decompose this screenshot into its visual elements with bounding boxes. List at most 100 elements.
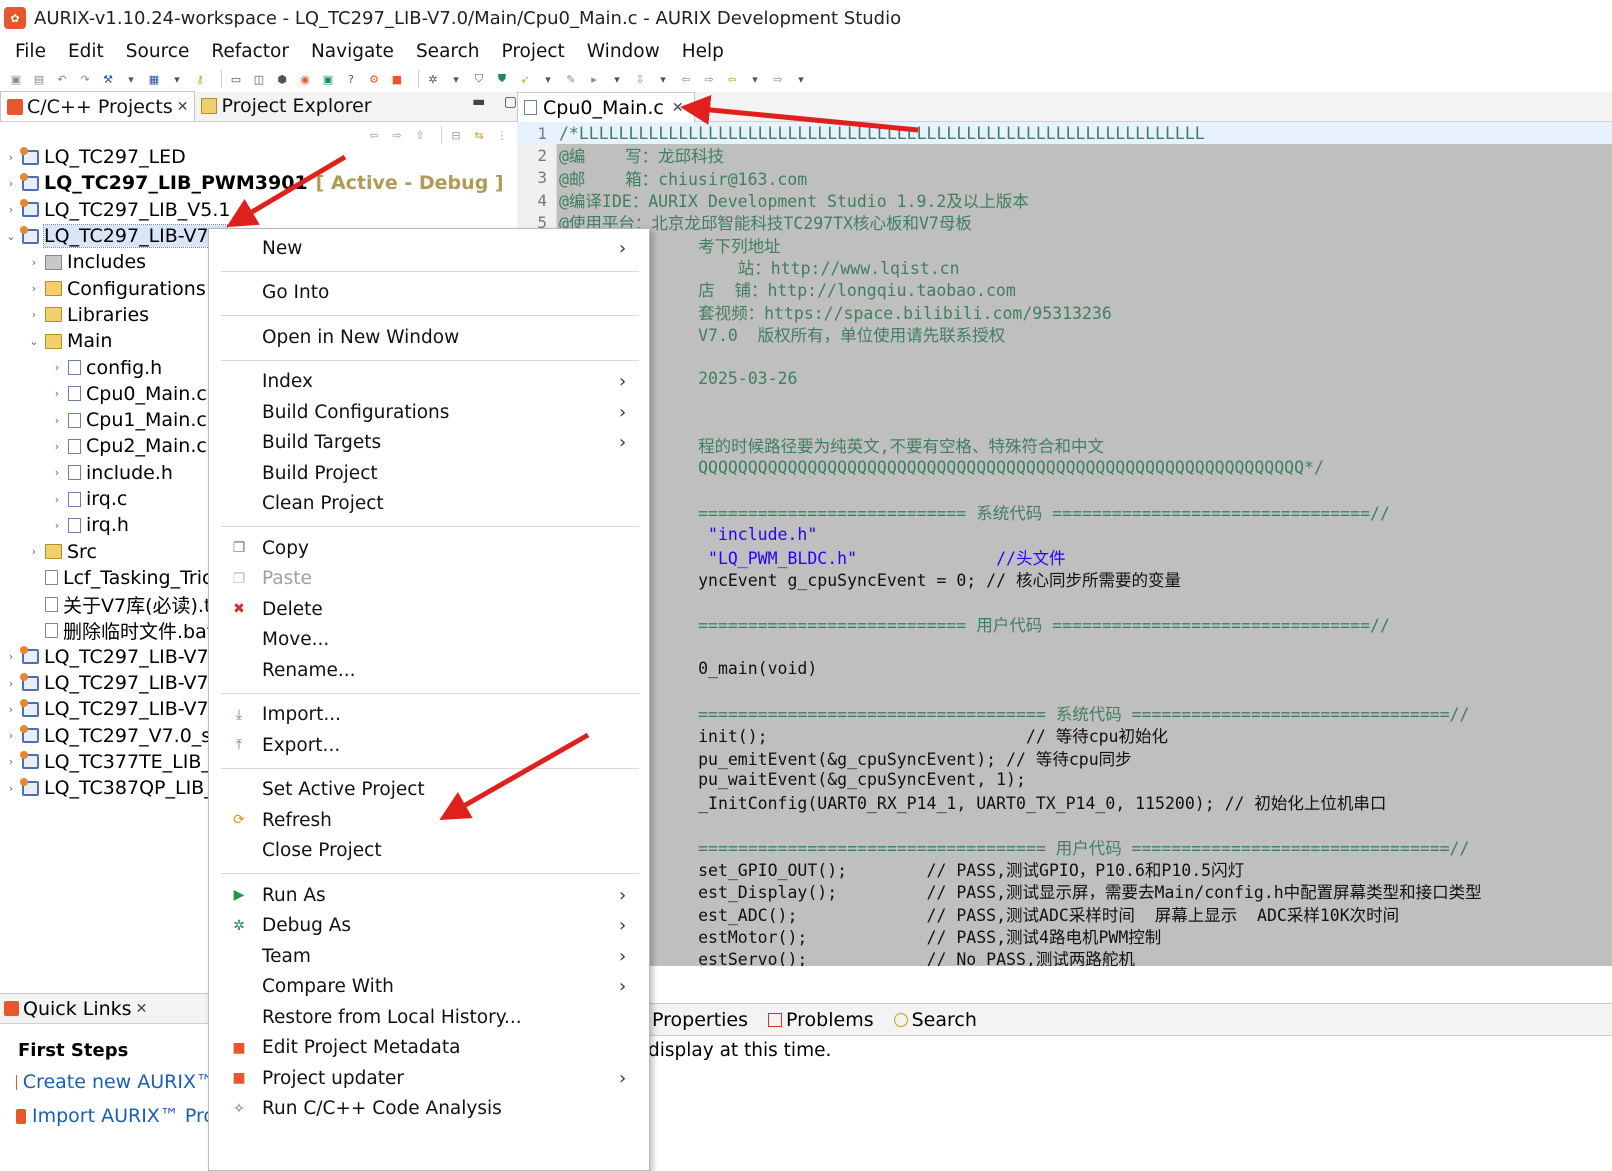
menu-navigate[interactable]: Navigate [300,41,405,62]
chevron-right-icon[interactable]: › [4,782,18,795]
forward-icon[interactable]: ⇨ [770,71,786,87]
code-line[interactable]: 程的时候路径要为纯英文,不要有空格、特殊符合和中文 [517,434,1612,456]
next-annotation-icon[interactable]: ⇩ [632,71,648,87]
menu-item-export[interactable]: ⤒ Export... [209,730,651,760]
chevron-right-icon[interactable]: › [4,703,18,716]
chevron-right-icon[interactable]: › [4,650,18,663]
close-icon[interactable]: ✕ [177,99,189,115]
annotation-icon[interactable]: ▸ [586,71,602,87]
marker-icon[interactable]: ✎ [563,71,579,87]
code-line[interactable]: est_Display(); // PASS,测试显示屏，需要去Main/con… [517,880,1612,902]
code-line[interactable]: yncEvent g_cpuSyncEvent = 0; // 核心同步所需要的… [517,568,1612,590]
menu-item-restore-from-local-history[interactable]: Restore from Local History... [209,1002,651,1032]
code-line[interactable] [517,345,1612,367]
code-line[interactable] [517,590,1612,612]
dropdown-icon[interactable]: ▾ [793,71,809,87]
dropdown-icon[interactable]: ▾ [609,71,625,87]
chevron-down-icon[interactable]: ⌄ [4,230,18,243]
code-line[interactable]: =================================== 用户代码… [517,836,1612,858]
rocket-icon[interactable]: ➶ [517,71,533,87]
menu-project[interactable]: Project [491,41,576,62]
code-line[interactable]: =========================== 系统代码 =======… [517,501,1612,523]
menu-search[interactable]: Search [405,41,491,62]
code-line[interactable]: 5 @使用平台：北京龙邱智能科技TC297TX核心板和V7母板 [517,211,1612,234]
code-line[interactable]: pu_emitEvent(&g_cpuSyncEvent); // 等待cpu同… [517,746,1612,769]
chevron-right-icon[interactable]: › [27,545,41,558]
menu-item-move[interactable]: Move... [209,625,651,655]
tab-project-explorer[interactable]: Project Explorer [195,91,377,121]
chevron-right-icon[interactable]: › [27,282,41,295]
chevron-right-icon[interactable]: › [50,466,64,479]
import-project-link[interactable]: Import AURIX™ Pro [16,1105,215,1127]
menu-file[interactable]: File [4,41,57,62]
code-line[interactable]: 站：http://www.lqist.cn [517,256,1612,278]
settings-icon[interactable]: ⚙ [366,71,382,87]
code-line[interactable]: QQQQQQQQQQQQQQQQQQQQQQQQQQQQQQQQQQQQQQQQ… [517,457,1612,479]
menu-help[interactable]: Help [671,41,735,62]
new-wizard-icon[interactable]: ▦ [146,71,162,87]
code-line[interactable]: 0_main(void) [517,657,1612,679]
chip-icon[interactable]: ⬢ [274,71,290,87]
chevron-right-icon[interactable]: › [4,729,18,742]
chevron-right-icon[interactable]: › [4,203,18,216]
chevron-right-icon[interactable]: › [50,519,64,532]
green-shield-icon[interactable]: ⛊ [494,71,510,87]
code-line[interactable]: est_ADC(); // PASS,测试ADC采样时间 屏幕上显示 ADC采样… [517,903,1612,925]
code-line[interactable] [517,390,1612,412]
menu-item-debug-as[interactable]: ✲ Debug As › [209,911,651,941]
back-icon[interactable]: ⇦ [366,127,382,143]
save-all-icon[interactable]: ▤ [31,71,47,87]
back-edit-icon[interactable]: ⇦ [678,71,694,87]
quick-links-tab[interactable]: Quick Links ✕ [0,994,215,1024]
tab-cpu0-main[interactable]: Cpu0_Main.c ✕ [517,92,695,122]
menu-item-build-project[interactable]: Build Project [209,458,651,488]
chevron-right-icon[interactable]: › [4,755,18,768]
menu-item-edit-project-metadata[interactable]: ■ Edit Project Metadata [209,1033,651,1063]
menu-item-build-configurations[interactable]: Build Configurations › [209,397,651,427]
code-line[interactable]: _InitConfig(UART0_RX_P14_1, UART0_TX_P14… [517,791,1612,813]
shield-icon[interactable]: ⛉ [471,71,487,87]
menu-item-delete[interactable]: ✖ Delete [209,594,651,624]
chevron-right-icon[interactable]: › [50,387,64,400]
menu-item-copy[interactable]: ❐ Copy [209,533,651,563]
terminal-icon[interactable]: ▭ [228,71,244,87]
tab-problems[interactable]: Problems [768,1009,884,1031]
dropdown-icon[interactable]: ▾ [655,71,671,87]
menu-item-team[interactable]: Team › [209,941,651,971]
menu-source[interactable]: Source [115,41,201,62]
menu-refactor[interactable]: Refactor [200,41,300,62]
menu-item-build-targets[interactable]: Build Targets › [209,428,651,458]
green-square-icon[interactable]: ▣ [320,71,336,87]
dropdown-icon[interactable]: ▾ [747,71,763,87]
code-line[interactable]: set_GPIO_OUT(); // PASS,测试GPIO，P10.6和P10… [517,858,1612,880]
menu-item-refresh[interactable]: ⟳ Refresh [209,805,651,835]
code-line[interactable]: estMotor(); // PASS,测试4路电机PWM控制 [517,925,1612,947]
tab-properties[interactable]: Properties [652,1009,758,1031]
menu-item-index[interactable]: Index › [209,367,651,397]
chevron-right-icon[interactable]: › [50,414,64,427]
dropdown-icon[interactable]: ▾ [123,71,139,87]
code-line[interactable]: 2 @编 写：龙邱科技 [517,144,1612,167]
menu-item-set-active-project[interactable]: Set Active Project [209,775,651,805]
menu-item-project-updater[interactable]: ■ Project updater › [209,1063,651,1093]
forward-icon[interactable]: ⇨ [389,127,405,143]
save-icon[interactable]: ▣ [8,71,24,87]
maximize-icon[interactable]: ▢ [504,94,517,110]
project-tree-item[interactable]: › LQ_TC297_LIB_PWM3901 [ Active - Debug ] [0,170,525,196]
up-icon[interactable]: ⇧ [412,127,428,143]
code-line[interactable]: V7.0 版权所有，单位使用请先联系授权 [517,323,1612,345]
key-icon[interactable]: ⚷ [192,71,208,87]
minimize-icon[interactable]: ▬ [472,94,485,110]
chevron-right-icon[interactable]: › [50,493,64,506]
collapse-all-icon[interactable]: ⊟ [448,127,464,143]
chevron-right-icon[interactable]: › [27,308,41,321]
code-line[interactable] [517,479,1612,501]
window-icon[interactable]: ◫ [251,71,267,87]
dropdown-icon[interactable]: ▾ [540,71,556,87]
tab-cpp-projects[interactable]: C/C++ Projects ✕ [0,91,196,121]
debug-bug-icon[interactable]: ✲ [425,71,441,87]
code-line[interactable]: =================================== 系统代码… [517,702,1612,724]
code-line[interactable]: =========================== 用户代码 =======… [517,613,1612,635]
code-line[interactable] [517,412,1612,434]
view-menu-icon[interactable]: ⋮ [494,127,510,143]
